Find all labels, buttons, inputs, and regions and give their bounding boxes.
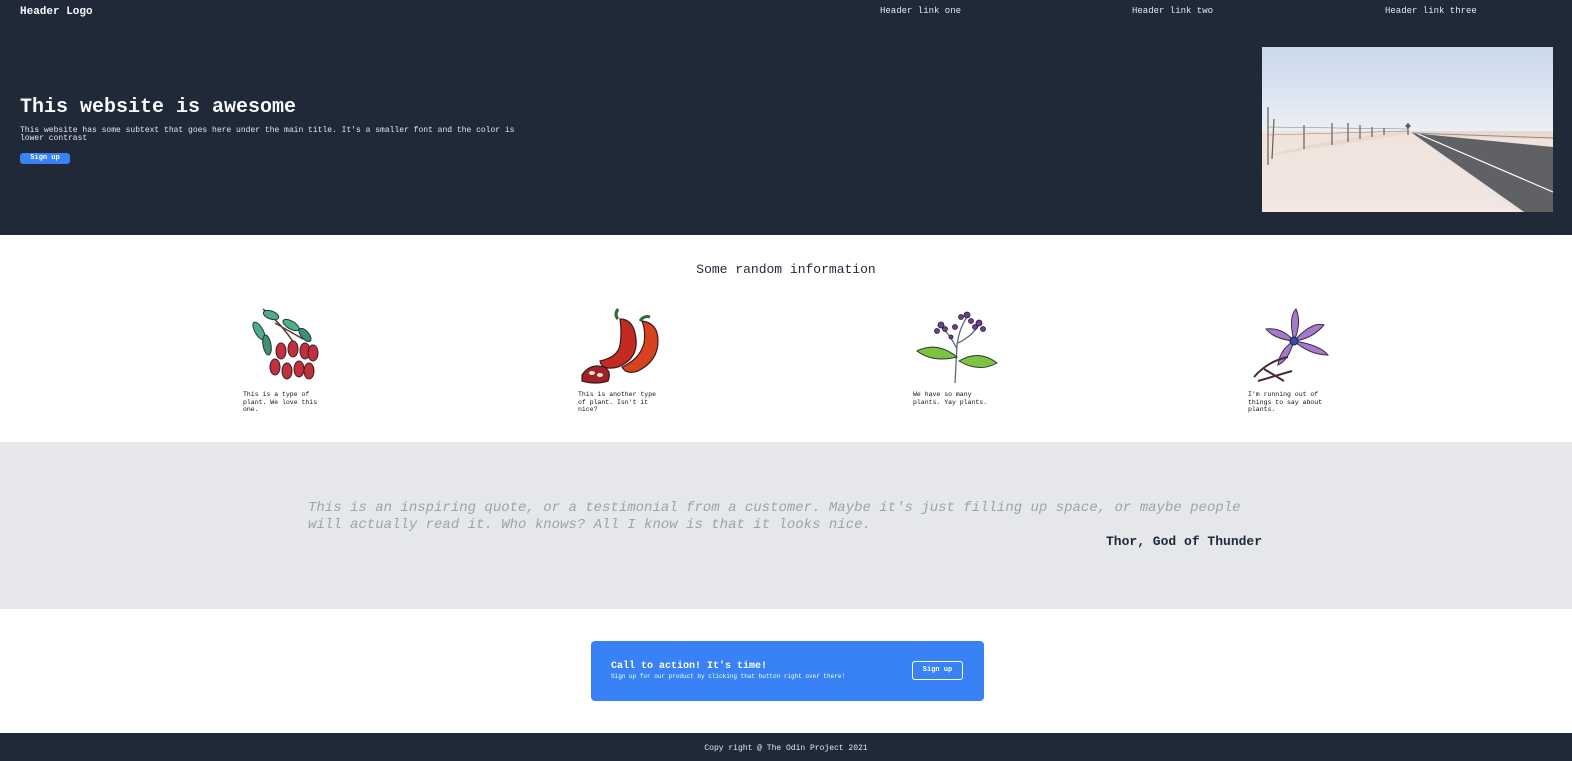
hero-subtitle: This website has some subtext that goes … <box>20 126 515 143</box>
cta-title: Call to action! It's time! <box>611 661 768 672</box>
chili-pepper-icon <box>581 308 659 384</box>
nav-link-three[interactable]: Header link three <box>1385 6 1477 16</box>
info-card-2: This is another type of plant. Isn't it … <box>578 305 670 414</box>
header-hero: Header Logo Header link one Header link … <box>0 0 1572 235</box>
footer: Copy right @ The Odin Project 2021 <box>0 733 1572 761</box>
berries-plant-icon <box>252 308 319 380</box>
cta-subtitle: Sign up for our product by clicking that… <box>611 673 846 680</box>
flowering-sprig-icon <box>916 311 998 384</box>
hero-image-desert-road <box>1262 47 1553 212</box>
info-card-1: This is a type of plant. We love this on… <box>243 305 335 414</box>
info-card-4: I'm running out of things to say about p… <box>1248 305 1340 414</box>
quote-author: Thor, God of Thunder <box>1106 534 1263 549</box>
call-to-action-box: Call to action! It's time! Sign up for o… <box>591 641 984 701</box>
footer-copyright: Copy right @ The Odin Project 2021 <box>704 744 868 753</box>
purple-flower-icon <box>1253 308 1330 382</box>
info-section-title: Some random information <box>696 262 876 277</box>
nav-link-two[interactable]: Header link two <box>1132 6 1213 16</box>
testimonial-quote: This is an inspiring quote, or a testimo… <box>308 500 1241 533</box>
info-card-text: We have so many plants. Yay plants. <box>913 391 988 406</box>
info-card-text: I'm running out of things to say about p… <box>1248 391 1323 413</box>
info-card-3: We have so many plants. Yay plants. <box>913 305 1005 406</box>
header-logo[interactable]: Header Logo <box>20 6 93 18</box>
info-card-text: This is another type of plant. Isn't it … <box>578 391 657 413</box>
hero-title: This website is awesome <box>20 96 297 119</box>
info-card-text: This is a type of plant. We love this on… <box>243 391 318 413</box>
quote-section: This is an inspiring quote, or a testimo… <box>0 442 1572 609</box>
cta-signup-button[interactable]: Sign up <box>912 661 963 680</box>
nav-link-one[interactable]: Header link one <box>880 6 961 16</box>
hero-signup-button[interactable]: Sign up <box>20 153 70 164</box>
